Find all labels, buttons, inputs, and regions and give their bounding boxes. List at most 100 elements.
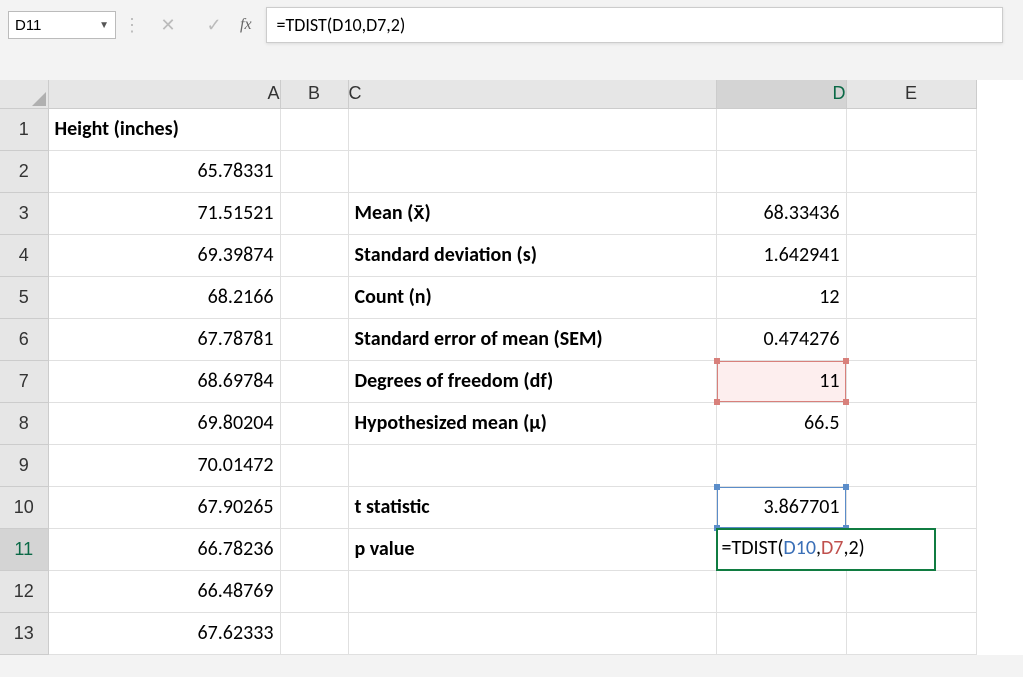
cell-E2[interactable] [846, 150, 976, 192]
cell-A5[interactable]: 68.2166 [48, 276, 280, 318]
cell-C9[interactable] [348, 444, 716, 486]
spreadsheet-grid[interactable]: A B C D E 1 Height (inches) 2 65.78331 3… [0, 80, 1023, 655]
range-handle-icon[interactable] [714, 399, 720, 405]
col-header-B[interactable]: B [280, 80, 348, 108]
cell-E7[interactable] [846, 360, 976, 402]
cell-C12[interactable] [348, 570, 716, 612]
col-header-E[interactable]: E [846, 80, 976, 108]
cell-B12[interactable] [280, 570, 348, 612]
cell-B2[interactable] [280, 150, 348, 192]
cell-A12[interactable]: 66.48769 [48, 570, 280, 612]
cell-E10[interactable] [846, 486, 976, 528]
cell-C8[interactable]: Hypothesized mean (μ) [348, 402, 716, 444]
cell-D3[interactable]: 68.33436 [716, 192, 846, 234]
cell-D1[interactable] [716, 108, 846, 150]
row-header-6[interactable]: 6 [0, 318, 48, 360]
cell-edit-formula[interactable]: =TDIST(D10,D7,2) [716, 528, 936, 571]
range-handle-icon[interactable] [714, 358, 720, 364]
fx-icon[interactable]: fx [240, 16, 252, 34]
name-box[interactable]: D11 ▼ [8, 11, 116, 39]
name-box-value: D11 [15, 17, 41, 34]
cell-B11[interactable] [280, 528, 348, 570]
cell-D12[interactable] [716, 570, 846, 612]
cell-A4[interactable]: 69.39874 [48, 234, 280, 276]
row-header-12[interactable]: 12 [0, 570, 48, 612]
cell-B7[interactable] [280, 360, 348, 402]
cell-D8[interactable]: 66.5 [716, 402, 846, 444]
cell-C10[interactable]: t statistic [348, 486, 716, 528]
row-header-10[interactable]: 10 [0, 486, 48, 528]
cell-D13[interactable] [716, 612, 846, 654]
formula-bar[interactable]: =TDIST(D10,D7,2) [266, 7, 1003, 43]
col-header-A[interactable]: A [48, 80, 280, 108]
cell-B9[interactable] [280, 444, 348, 486]
row-header-9[interactable]: 9 [0, 444, 48, 486]
cell-E9[interactable] [846, 444, 976, 486]
cell-C11[interactable]: p value [348, 528, 716, 570]
cell-A2[interactable]: 65.78331 [48, 150, 280, 192]
row-header-11[interactable]: 11 [0, 528, 48, 570]
select-all-corner[interactable] [0, 80, 48, 108]
accept-formula-icon[interactable]: ✓ [194, 11, 234, 39]
cell-A7[interactable]: 68.69784 [48, 360, 280, 402]
cell-C5[interactable]: Count (n) [348, 276, 716, 318]
cell-E6[interactable] [846, 318, 976, 360]
cell-A1[interactable]: Height (inches) [48, 108, 280, 150]
name-box-dropdown-icon[interactable]: ▼ [99, 20, 109, 31]
cell-C3[interactable]: Mean (x̄) [348, 192, 716, 234]
row-header-3[interactable]: 3 [0, 192, 48, 234]
cell-C13[interactable] [348, 612, 716, 654]
cell-E8[interactable] [846, 402, 976, 444]
cell-B6[interactable] [280, 318, 348, 360]
cell-E12[interactable] [846, 570, 976, 612]
cell-E3[interactable] [846, 192, 976, 234]
cell-D4[interactable]: 1.642941 [716, 234, 846, 276]
cell-D5[interactable]: 12 [716, 276, 846, 318]
formula-token: D10 [783, 536, 816, 560]
cell-B5[interactable] [280, 276, 348, 318]
cell-E5[interactable] [846, 276, 976, 318]
row-header-1[interactable]: 1 [0, 108, 48, 150]
cell-D11[interactable]: =TDIST(D10,D7,2) [716, 528, 846, 570]
row-header-8[interactable]: 8 [0, 402, 48, 444]
cell-D6[interactable]: 0.474276 [716, 318, 846, 360]
col-header-C[interactable]: C [348, 80, 716, 108]
cell-C6[interactable]: Standard error of mean (SEM) [348, 318, 716, 360]
cell-A3[interactable]: 71.51521 [48, 192, 280, 234]
range-handle-icon[interactable] [843, 358, 849, 364]
range-handle-icon[interactable] [843, 399, 849, 405]
row-header-2[interactable]: 2 [0, 150, 48, 192]
range-handle-icon[interactable] [843, 484, 849, 490]
cell-C7[interactable]: Degrees of freedom (df) [348, 360, 716, 402]
cell-A9[interactable]: 70.01472 [48, 444, 280, 486]
cell-D2[interactable] [716, 150, 846, 192]
cell-A6[interactable]: 67.78781 [48, 318, 280, 360]
cell-B8[interactable] [280, 402, 348, 444]
cell-E4[interactable] [846, 234, 976, 276]
cell-B10[interactable] [280, 486, 348, 528]
cell-A10[interactable]: 67.90265 [48, 486, 280, 528]
range-handle-icon[interactable] [714, 484, 720, 490]
cell-B4[interactable] [280, 234, 348, 276]
cancel-formula-icon[interactable]: ✕ [148, 11, 188, 39]
col-header-D[interactable]: D [716, 80, 846, 108]
cell-D10[interactable]: 3.867701 [716, 486, 846, 528]
row-header-7[interactable]: 7 [0, 360, 48, 402]
cell-A8[interactable]: 69.80204 [48, 402, 280, 444]
cell-A11[interactable]: 66.78236 [48, 528, 280, 570]
formula-token: D7 [821, 536, 843, 560]
cell-C1[interactable] [348, 108, 716, 150]
cell-E1[interactable] [846, 108, 976, 150]
cell-C4[interactable]: Standard deviation (s) [348, 234, 716, 276]
cell-C2[interactable] [348, 150, 716, 192]
row-header-4[interactable]: 4 [0, 234, 48, 276]
cell-D9[interactable] [716, 444, 846, 486]
cell-E13[interactable] [846, 612, 976, 654]
cell-B3[interactable] [280, 192, 348, 234]
cell-B13[interactable] [280, 612, 348, 654]
row-header-5[interactable]: 5 [0, 276, 48, 318]
cell-A13[interactable]: 67.62333 [48, 612, 280, 654]
cell-B1[interactable] [280, 108, 348, 150]
row-header-13[interactable]: 13 [0, 612, 48, 654]
cell-D7[interactable]: 11 [716, 360, 846, 402]
